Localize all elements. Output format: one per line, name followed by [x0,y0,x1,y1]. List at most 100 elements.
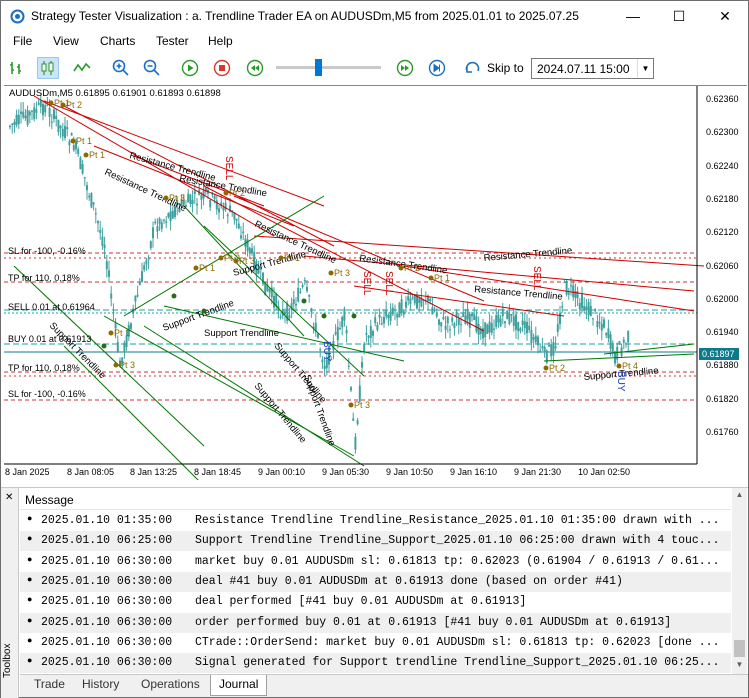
candle-body [64,125,66,138]
chart-canvas[interactable]: Resistance Trendline Resistance Trendline… [4,86,747,480]
candle-body [88,195,91,198]
journal-row[interactable]: ● 2025.01.10 06:30:00 order performed buy … [20,612,731,633]
minimize-button[interactable]: — [610,1,656,31]
journal-row[interactable]: ● 2025.01.10 01:35:00 Resistance Trendline… [20,511,731,531]
candle-body [310,308,313,312]
candle-body [563,281,566,283]
candle-body [501,308,504,317]
candle-body [552,342,555,356]
close-icon[interactable]: ✕ [5,492,13,503]
candlestick-icon[interactable] [37,57,59,79]
speed-slider-track[interactable] [276,66,381,69]
menu-view[interactable]: View [53,34,79,48]
tab-journal[interactable]: Journal [210,675,268,696]
candle-body [218,208,220,213]
skip-end-icon[interactable] [426,57,448,79]
tab-trade[interactable]: Trade [26,675,73,696]
candle-body [407,296,410,301]
window-title: Strategy Tester Visualization : a. Trend… [31,9,579,23]
candle-body [297,287,300,302]
candle-body [409,298,412,305]
sell-label: SELL [383,271,394,296]
time-tick: 10 Jan 02:50 [578,467,631,477]
price-chart[interactable]: Resistance Trendline Resistance Trendline… [4,85,747,480]
candle-body [589,305,592,317]
journal-scrollbar[interactable]: ▲ ▼ [732,488,747,674]
journal-row[interactable]: ● 2025.01.10 06:30:00 CTrade::OrderSend: m… [20,633,731,653]
level-label-sl-top: SL for -100, -0.16% [8,246,86,256]
candle-body [523,321,526,329]
bar-chart-icon[interactable] [6,57,28,79]
candle-body [369,326,372,338]
zoom-in-icon[interactable] [110,57,132,79]
candle-body [400,299,403,313]
line-chart-icon[interactable] [71,57,93,79]
trendline-point-marker [163,195,169,201]
touch-marker [101,343,107,349]
skip-to-icon[interactable] [462,57,484,79]
trendline-point-marker [543,365,549,371]
journal-row[interactable]: ● 2025.01.10 06:30:00 deal performed [#41 … [20,592,731,612]
candle-body [625,343,627,345]
candle-body [391,307,394,315]
candle-body [530,330,533,343]
resistance-label: Resistance Trendline [483,245,572,264]
chevron-down-icon[interactable]: ▼ [637,59,653,78]
touch-marker [171,293,177,299]
journal-message: Signal generated for Support trendline T… [195,656,720,670]
candle-body [565,280,568,295]
candle-body [35,109,38,113]
point-label: Pt 2 [229,188,245,198]
candle-body [288,315,291,319]
message-column-header[interactable]: Message [20,488,731,510]
scroll-down-icon[interactable]: ▼ [732,660,747,669]
candle-body [607,328,610,339]
symbol-ohlc-label: AUDUSDm,M5 0.61895 0.61901 0.61893 0.618… [9,88,221,99]
toolbox-sidebar: ✕ Toolbox [1,488,19,698]
candle-body [462,312,465,318]
stop-icon[interactable] [211,57,233,79]
sell-label: SELL [223,156,234,181]
price-tick: 0.61820 [706,393,739,404]
zoom-out-icon[interactable] [141,57,163,79]
candle-body [510,313,513,316]
trendline-point-marker [398,265,404,271]
trendline-point-marker [70,138,76,144]
menu-help[interactable]: Help [208,34,233,48]
candle-body [336,327,339,341]
journal-row[interactable]: ● 2025.01.10 06:25:00 Support Trendline Tr… [20,531,731,552]
scroll-up-icon[interactable]: ▲ [732,490,747,499]
play-icon[interactable] [179,57,201,79]
candle-body [433,308,436,312]
candle-body [347,365,350,367]
fast-forward-icon[interactable] [394,57,416,79]
candle-body [31,110,33,112]
journal-row[interactable]: ● 2025.01.10 06:30:00 deal #41 buy 0.01 AU… [20,571,731,592]
menu-tester[interactable]: Tester [156,34,189,48]
speed-slider-thumb[interactable] [315,59,322,76]
level-label-tp-top: TP for 110, 0.18% [8,273,80,283]
candle-body [134,295,137,302]
journal-row[interactable]: ● 2025.01.10 06:30:00 market buy 0.01 AUDU… [20,552,731,572]
candle-body [561,306,564,308]
menu-file[interactable]: File [13,34,32,48]
point-label: Pt 3 [169,193,185,203]
point-label: Pt 1 [76,136,92,146]
candle-body [583,306,586,311]
skip-to-date-picker[interactable]: 2024.07.11 15:00 ▼ [531,58,654,79]
menu-charts[interactable]: Charts [100,34,135,48]
tab-operations[interactable]: Operations [133,675,208,696]
close-button[interactable]: ✕ [702,1,748,31]
candle-body [508,313,511,324]
bullet-icon: ● [27,595,33,606]
candle-body [438,319,440,325]
candle-body [594,309,597,312]
candle-body [532,337,535,340]
maximize-button[interactable]: ☐ [656,1,702,31]
time-tick: 8 Jan 2025 [5,467,50,477]
candle-body [484,322,487,338]
journal-row[interactable]: ● 2025.01.10 06:30:00 Signal generated for… [20,653,731,674]
tab-history[interactable]: History [74,675,127,696]
scroll-thumb[interactable] [734,640,745,657]
rewind-icon[interactable] [244,57,266,79]
